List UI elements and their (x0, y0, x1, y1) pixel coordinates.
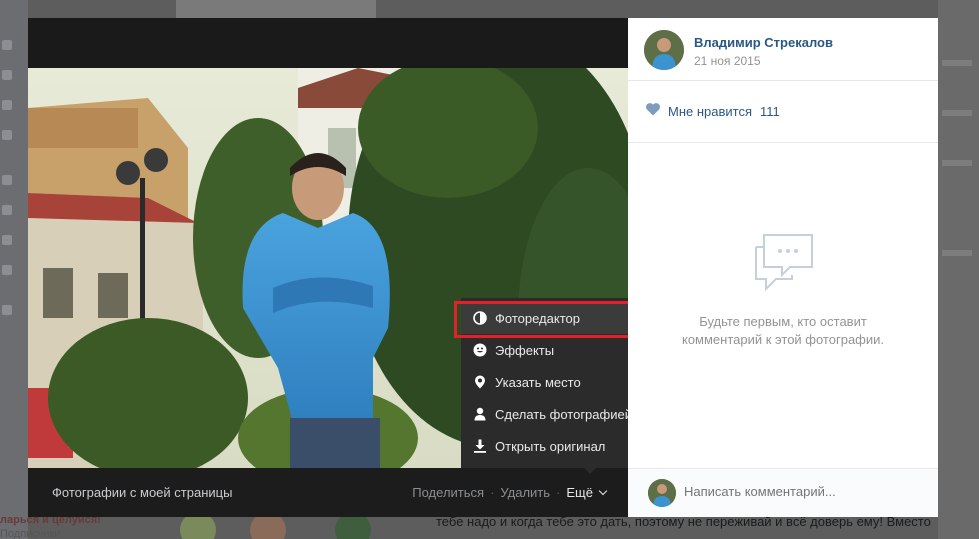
author-name-link[interactable]: Владимир Стрекалов (694, 35, 833, 50)
menu-item-label: Эффекты (495, 342, 555, 358)
menu-icon (2, 235, 12, 245)
album-link[interactable]: Фотографии с моей страницы (52, 485, 232, 500)
empty-comments-line: комментарий к этой фотографии. (681, 332, 885, 347)
dropdown-tail (583, 467, 597, 474)
photo-actions: Поделиться · Удалить · Ещё (412, 485, 608, 500)
menu-icon (2, 40, 12, 50)
like-label: Мне нравится (668, 104, 753, 119)
photo-info-panel: Владимир Стрекалов 21 ноя 2015 Мне нрави… (628, 18, 938, 517)
separator-dot: · (490, 485, 495, 500)
comments-icon (752, 233, 816, 298)
download-icon (473, 439, 487, 453)
background-subscribers-label: Подписчики (0, 528, 61, 539)
menu-icon (2, 305, 12, 315)
avatar (648, 479, 676, 507)
menu-icon (2, 205, 12, 215)
empty-comments-line: Будьте первым, кто оставит (699, 314, 867, 329)
background-card (176, 0, 376, 18)
like-button[interactable]: Мне нравится 111 (628, 81, 938, 143)
more-button[interactable]: Ещё (566, 485, 608, 500)
post-date[interactable]: 21 ноя 2015 (694, 54, 761, 68)
comments-empty-state: Будьте первым, кто оставит комментарий к… (628, 143, 938, 468)
empty-comments-text: Будьте первым, кто оставит комментарий к… (628, 313, 938, 349)
author-header: Владимир Стрекалов 21 ноя 2015 (628, 18, 938, 81)
share-link[interactable]: Поделиться (412, 485, 484, 500)
avatar[interactable] (644, 30, 684, 70)
background-left-menu (0, 0, 28, 539)
menu-item-label: Фоторедактор (495, 310, 580, 326)
menu-icon (2, 175, 12, 185)
comment-input[interactable] (684, 484, 924, 499)
like-count: 111 (760, 104, 780, 119)
location-pin-icon (473, 375, 487, 389)
menu-item-label: Указать место (495, 374, 581, 390)
viewer-top-bar (28, 18, 628, 68)
heart-icon (645, 102, 661, 121)
menu-icon (2, 70, 12, 80)
viewer-bottom-bar: Фотографии с моей страницы Поделиться · … (28, 468, 628, 517)
menu-icon (2, 100, 12, 110)
comment-composer (628, 468, 938, 517)
more-label: Ещё (566, 485, 593, 500)
menu-icon (2, 130, 12, 140)
person-icon (473, 407, 487, 421)
separator-dot: · (556, 485, 561, 500)
chevron-down-icon (598, 486, 608, 495)
delete-link[interactable]: Удалить (500, 485, 550, 500)
contrast-icon (473, 311, 487, 325)
background-right-column (938, 0, 979, 539)
menu-item-label: Открыть оригинал (495, 438, 606, 454)
menu-icon (2, 265, 12, 275)
smiley-icon (473, 343, 487, 357)
